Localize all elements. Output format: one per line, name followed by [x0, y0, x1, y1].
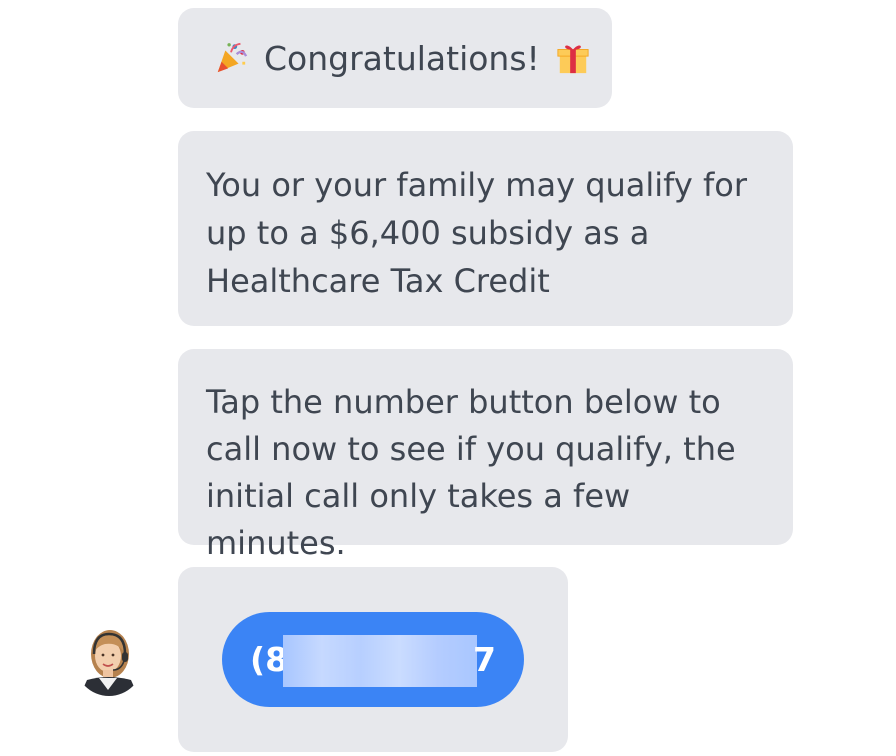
message-text: You or your family may qualify for up to…: [206, 166, 747, 300]
message-text: Congratulations!: [264, 38, 540, 78]
party-popper-icon: [217, 42, 248, 73]
agent-avatar: [75, 628, 143, 696]
phone-number-suffix: 7: [473, 640, 496, 679]
redacted-phone-number: [283, 635, 477, 687]
message-bubble-subsidy: You or your family may qualify for up to…: [178, 131, 793, 326]
gift-icon: [557, 45, 589, 74]
message-bubble-instructions: Tap the number button below to call now …: [178, 349, 793, 562]
call-phone-button[interactable]: (8 7: [222, 612, 524, 707]
message-bubble-congratulations: Congratulations!: [178, 8, 612, 108]
message-text: Tap the number button below to call now …: [206, 383, 736, 562]
